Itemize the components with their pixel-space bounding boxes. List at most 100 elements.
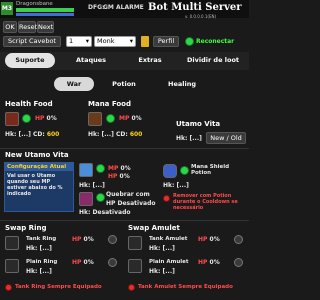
plain-ring-toggle[interactable]: [108, 258, 117, 267]
alarm-label[interactable]: GM ALARME: [103, 4, 144, 11]
hk-label: Hk:: [176, 135, 188, 142]
hp-label: HP: [72, 236, 82, 243]
plain-amulet-hp[interactable]: HP 0%: [198, 259, 220, 266]
utamo-vita-mode-select[interactable]: New / Old: [206, 132, 246, 144]
mp-label: MP: [119, 115, 130, 122]
section-divider: [0, 148, 249, 149]
tank-ring-label: Tank Ring: [26, 236, 57, 242]
mana-shield-hotkey[interactable]: Hk: [...]: [163, 182, 189, 189]
hp-value: 0%: [83, 259, 94, 266]
tab-extras[interactable]: Extras: [128, 53, 172, 68]
vocation-value: Monk: [97, 37, 115, 45]
hk-label: Hk:: [79, 182, 91, 189]
plain-ring-hp[interactable]: HP 0%: [72, 259, 94, 266]
subtab-potion[interactable]: Potion: [104, 77, 144, 91]
hk-value: [...]: [176, 182, 189, 189]
plain-amulet-toggle[interactable]: [234, 258, 243, 267]
version-label: v. 0.0.0.0.1(EN): [185, 14, 217, 19]
mana-food-item-icon[interactable]: [88, 112, 102, 126]
subtab-war[interactable]: War: [54, 77, 94, 91]
plain-ring-hotkey[interactable]: Hk: [...]: [26, 268, 52, 275]
hk-label: Hk:: [163, 182, 175, 189]
script-cavebot-button[interactable]: Script Cavebot: [3, 36, 61, 47]
utamo-hp[interactable]: HP 0%: [108, 173, 130, 180]
mp-value: 0%: [131, 115, 142, 122]
break-toggle[interactable]: [96, 193, 105, 202]
utamo-hotkey[interactable]: Hk: [...]: [79, 182, 105, 189]
player-name: Dragonsbane: [16, 1, 53, 7]
plain-ring-icon[interactable]: [5, 259, 19, 273]
config-text: Vai usar o Utamo quando seu MP estiver a…: [7, 173, 63, 197]
tank-ring-icon[interactable]: [5, 236, 19, 250]
break-spell-icon[interactable]: [79, 192, 93, 206]
hk-value: [...]: [92, 182, 105, 189]
tank-amulet-label: Tank Amulet: [149, 236, 188, 242]
hp-label: HP: [35, 115, 45, 122]
hk-label: Hk:: [26, 245, 38, 252]
ring-always-toggle[interactable]: [5, 284, 12, 291]
hk-value: [...]: [39, 268, 52, 275]
reset-button[interactable]: Reset: [18, 21, 37, 33]
tank-amulet-hp[interactable]: HP 0%: [198, 236, 220, 243]
mp-label: MP: [108, 165, 119, 172]
perfil-button[interactable]: Perfil: [153, 36, 179, 47]
break-value[interactable]: HP Desativado: [106, 200, 155, 207]
plain-ring-label: Plain Ring: [26, 259, 58, 265]
break-hotkey[interactable]: Hk: Desativado: [79, 209, 131, 216]
mana-food-mp[interactable]: MP 0%: [119, 115, 142, 122]
config-title: Configuração Atual: [5, 163, 73, 171]
hk-value: [...]: [162, 268, 175, 275]
hk-label: Hk:: [149, 245, 161, 252]
tank-ring-toggle[interactable]: [108, 235, 117, 244]
tab-ataques[interactable]: Ataques: [66, 53, 116, 68]
tank-ring-hotkey[interactable]: Hk: [...]: [26, 245, 52, 252]
hp-value: 0%: [46, 115, 57, 122]
reconectar-toggle[interactable]: [185, 37, 194, 46]
hp-label: HP: [72, 259, 82, 266]
plain-amulet-icon[interactable]: [128, 259, 142, 273]
mana-food-hotkey[interactable]: Hk: [...] CD: 600: [88, 131, 142, 138]
next-button[interactable]: Next: [37, 21, 54, 33]
tank-amulet-toggle[interactable]: [234, 235, 243, 244]
lock-icon[interactable]: [141, 36, 149, 47]
hk-label: Hk:: [5, 131, 17, 138]
subtab-healing[interactable]: Healing: [160, 77, 204, 91]
tank-ring-hp[interactable]: HP 0%: [72, 236, 94, 243]
hk-label: Hk:: [149, 268, 161, 275]
swap-amulet-title: Swap Amulet: [128, 224, 180, 232]
amulet-always-toggle[interactable]: [128, 284, 135, 291]
mana-food-toggle[interactable]: [106, 114, 115, 123]
amulet-always-label: Tank Amulet Sempre Equipado: [138, 284, 233, 290]
health-food-hotkey[interactable]: Hk: [...] CD: 600: [5, 131, 59, 138]
vocation-select[interactable]: Monk ▾: [94, 36, 136, 47]
cd-value: 600: [129, 131, 143, 138]
health-food-title: Health Food: [5, 100, 53, 108]
utamo-mp[interactable]: MP 0%: [108, 165, 131, 172]
utamo-vita-hotkey[interactable]: Hk: [...]: [176, 135, 202, 142]
plain-amulet-hotkey[interactable]: Hk: [...]: [149, 268, 175, 275]
tab-dividir-de-loot[interactable]: Dividir de loot: [178, 53, 248, 68]
hp-value: 0%: [83, 236, 94, 243]
dfg-label: DFG:: [88, 4, 105, 11]
mana-shield-label: Mana Shield Potion: [191, 164, 230, 176]
slot-select[interactable]: 1 ▾: [66, 36, 92, 47]
utamo-spell-icon[interactable]: [79, 163, 93, 177]
hp-label: HP: [108, 173, 118, 180]
mana-shield-potion-icon[interactable]: [163, 164, 177, 178]
hk-value: [...]: [101, 131, 114, 138]
tank-amulet-hotkey[interactable]: Hk: [...]: [149, 245, 175, 252]
hk-value: [...]: [18, 131, 31, 138]
health-food-item-icon[interactable]: [5, 112, 19, 126]
ok-button[interactable]: OK: [3, 21, 17, 33]
health-food-hp[interactable]: HP 0%: [35, 115, 57, 122]
tank-amulet-icon[interactable]: [128, 236, 142, 250]
hk-value: Desativado: [92, 209, 131, 216]
mana-shield-toggle[interactable]: [180, 166, 189, 175]
tab-suporte[interactable]: Suporte: [5, 53, 55, 68]
break-label: Quebrar com: [106, 191, 150, 198]
hk-value: [...]: [39, 245, 52, 252]
utamo-vita-title: Utamo Vita: [176, 120, 221, 128]
health-food-toggle[interactable]: [22, 114, 31, 123]
remove-toggle[interactable]: [163, 195, 170, 202]
utamo-toggle[interactable]: [96, 164, 105, 173]
